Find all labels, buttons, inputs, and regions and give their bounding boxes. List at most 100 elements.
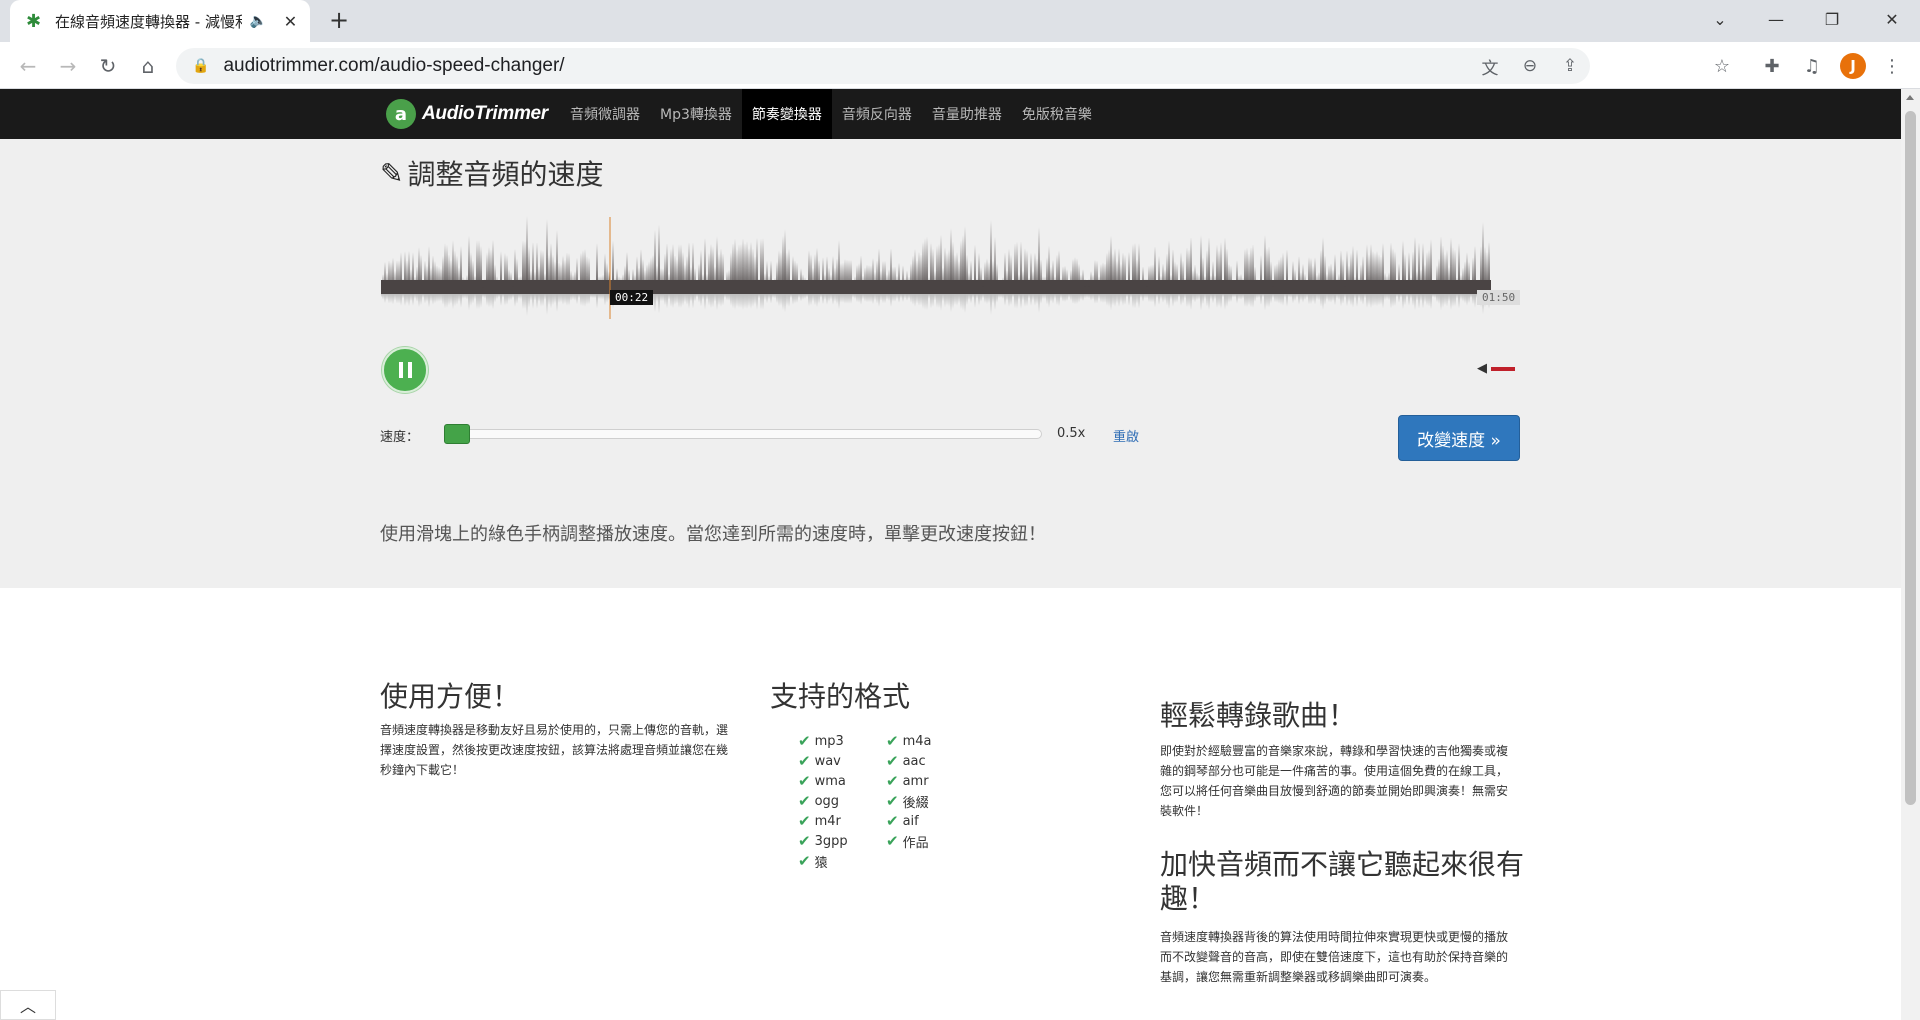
check-icon: ✔ — [798, 752, 811, 770]
format-label: aac — [902, 753, 926, 769]
format-item: ✔ wma — [798, 771, 886, 791]
format-label: 作品 — [902, 835, 929, 851]
speed-slider-track[interactable] — [446, 429, 1042, 439]
tab-close-icon[interactable]: ✕ — [281, 12, 300, 31]
tab-audio-playing-icon[interactable]: 🔈 — [250, 13, 267, 29]
url-text[interactable]: audiotrimmer.com/audio-speed-changer/ — [223, 55, 564, 77]
format-item: ✔ 猿 — [798, 851, 886, 871]
transcribe-text: 即使對於經驗豐富的音樂家來說，轉錄和學習快速的吉他獨奏或複雜的鋼琴部分也可能是一… — [1160, 744, 1509, 818]
transcribe-title: 輕鬆轉錄歌曲！ — [1160, 699, 1357, 732]
check-icon: ✔ — [798, 852, 811, 870]
waveform-reflection — [381, 294, 1491, 316]
format-item: ✔ mp3 — [798, 731, 886, 751]
formats-title: 支持的格式 — [770, 680, 911, 713]
check-icon: ✔ — [798, 772, 811, 790]
scrollbar-thumb[interactable] — [1905, 111, 1916, 805]
close-window-button[interactable]: ✕ — [1864, 0, 1920, 38]
nav-link-royalty-free-music[interactable]: 免版稅音樂 — [1012, 89, 1102, 139]
check-icon: ✔ — [886, 812, 899, 830]
nav-link-tempo-changer[interactable]: 節奏變換器 — [741, 89, 832, 139]
speed-up-title: 加快音頻而不讓它聽起來很有趣！ — [1160, 848, 1525, 915]
format-label: ogg — [814, 793, 840, 809]
browser-toolbar: ← → ↻ ⌂ 🔒 audiotrimmer.com/audio-speed-c… — [0, 42, 1920, 89]
format-label: 猿 — [814, 855, 828, 871]
speed-value: 0.5x — [1057, 426, 1086, 441]
site-navbar: a AudioTrimmer 音頻微調器 Mp3轉換器 節奏變換器 音頻反向器 … — [0, 89, 1901, 139]
check-icon: ✔ — [886, 732, 899, 750]
scroll-to-top-button[interactable]: ︿ — [0, 990, 56, 1020]
format-label: 3gpp — [814, 833, 848, 849]
audio-waveform[interactable] — [381, 203, 1521, 319]
site-nav-links: 音頻微調器 Mp3轉換器 節奏變換器 音頻反向器 音量助推器 免版稅音樂 — [560, 89, 1102, 139]
nav-link-audio-reverser[interactable]: 音頻反向器 — [832, 89, 922, 139]
format-item: ✔ ogg — [798, 791, 886, 811]
restore-window-button[interactable]: ❐ — [1804, 0, 1860, 38]
page-scrollbar[interactable] — [1901, 89, 1920, 1020]
speed-label: 速度： — [380, 430, 420, 445]
format-label: m4a — [902, 733, 932, 749]
speaker-icon[interactable]: ◀ — [1477, 361, 1487, 376]
formats-list: ✔ mp3 ✔ m4a ✔ wav ✔ aac ✔ wma ✔ amr ✔ ogg ✔ 後綴 ✔ m4r ✔ aif ✔… — [798, 731, 958, 871]
browser-tabstrip: ✱ 在線音頻速度轉換器 - 減慢和 🔈 ✕ + ⌄ — ❐ ✕ — [0, 0, 1920, 42]
volume-level-bar[interactable] — [1491, 366, 1515, 371]
logo-mark-icon: a — [386, 99, 416, 129]
site-logo[interactable]: a AudioTrimmer — [386, 98, 548, 130]
format-label: aif — [902, 813, 919, 829]
format-label: amr — [902, 773, 929, 789]
nav-link-mp3-converter[interactable]: Mp3轉換器 — [650, 89, 742, 139]
browser-tab[interactable]: ✱ 在線音頻速度轉換器 - 減慢和 🔈 ✕ — [10, 0, 310, 42]
speed-up-text: 音頻速度轉換器背後的算法使用時間拉伸來實現更快或更慢的播放而不改變聲音的音高，即… — [1160, 930, 1509, 984]
nav-link-audio-trimmer[interactable]: 音頻微調器 — [560, 89, 650, 139]
pause-button[interactable] — [382, 347, 428, 393]
lock-icon[interactable]: 🔒 — [192, 58, 209, 74]
media-control-icon[interactable]: ♫ — [1796, 50, 1828, 82]
tab-search-icon[interactable]: ⌄ — [1692, 0, 1748, 38]
easy-to-use-title: 使用方便！ — [380, 680, 521, 713]
reload-icon[interactable]: ↻ — [92, 50, 124, 82]
instructions-text: 使用滑塊上的綠色手柄調整播放速度。當您達到所需的速度時，單擊更改速度按鈕！ — [380, 524, 1046, 545]
site-favicon-icon: ✱ — [25, 10, 42, 32]
translate-icon[interactable]: 文 — [1472, 48, 1508, 84]
edit-icon: ✎ — [380, 156, 404, 190]
page-title-text: 調整音頻的速度 — [407, 158, 604, 191]
profile-avatar[interactable]: J — [1840, 53, 1866, 79]
scroll-up-arrow-icon[interactable] — [1906, 95, 1914, 100]
home-icon[interactable]: ⌂ — [132, 50, 164, 82]
format-label: wav — [814, 753, 841, 769]
reset-link[interactable]: 重啟 — [1113, 426, 1139, 445]
minimize-window-button[interactable]: — — [1748, 0, 1804, 38]
forward-arrow-icon[interactable]: → — [52, 50, 84, 82]
format-item: ✔ m4a — [886, 731, 958, 751]
page-title: ✎ 調整音頻的速度 — [380, 153, 603, 193]
back-arrow-icon[interactable]: ← — [12, 50, 44, 82]
check-icon: ✔ — [798, 792, 811, 810]
bookmark-star-icon[interactable]: ☆ — [1706, 50, 1738, 82]
zoom-icon[interactable]: ⊖ — [1512, 48, 1548, 84]
speed-slider-handle[interactable] — [444, 424, 470, 444]
volume-control[interactable]: ◀ — [1477, 361, 1515, 376]
tab-title: 在線音頻速度轉換器 - 減慢和 — [55, 12, 242, 31]
format-item: ✔ 作品 — [886, 831, 958, 851]
logo-text: AudioTrimmer — [422, 103, 548, 124]
waveform-graphic[interactable] — [381, 203, 1491, 319]
change-speed-button[interactable]: 改變速度 » — [1398, 415, 1520, 461]
browser-menu-icon[interactable]: ⋮ — [1876, 50, 1908, 82]
format-label: m4r — [814, 813, 841, 829]
speed-changer-tool: ✎ 調整音頻的速度 00:22 01:50 ◀ 速度： 0.5x 重啟 改變速度… — [0, 139, 1901, 588]
format-item: ✔ m4r — [798, 811, 886, 831]
nav-link-volume-booster[interactable]: 音量助推器 — [922, 89, 1012, 139]
format-label: mp3 — [814, 733, 844, 749]
format-item: ✔ 後綴 — [886, 791, 958, 811]
share-icon[interactable]: ⇪ — [1552, 48, 1588, 84]
format-item: ✔ amr — [886, 771, 958, 791]
total-time-badge: 01:50 — [1477, 290, 1521, 305]
check-icon: ✔ — [798, 832, 811, 850]
address-bar[interactable]: 🔒 audiotrimmer.com/audio-speed-changer/ … — [176, 48, 1590, 84]
format-label: 後綴 — [902, 795, 929, 811]
new-tab-button[interactable]: + — [324, 6, 354, 36]
check-icon: ✔ — [798, 732, 811, 750]
check-icon: ✔ — [886, 772, 899, 790]
pause-icon — [398, 362, 412, 378]
extensions-icon[interactable]: ✚ — [1756, 50, 1788, 82]
check-icon: ✔ — [886, 792, 899, 810]
